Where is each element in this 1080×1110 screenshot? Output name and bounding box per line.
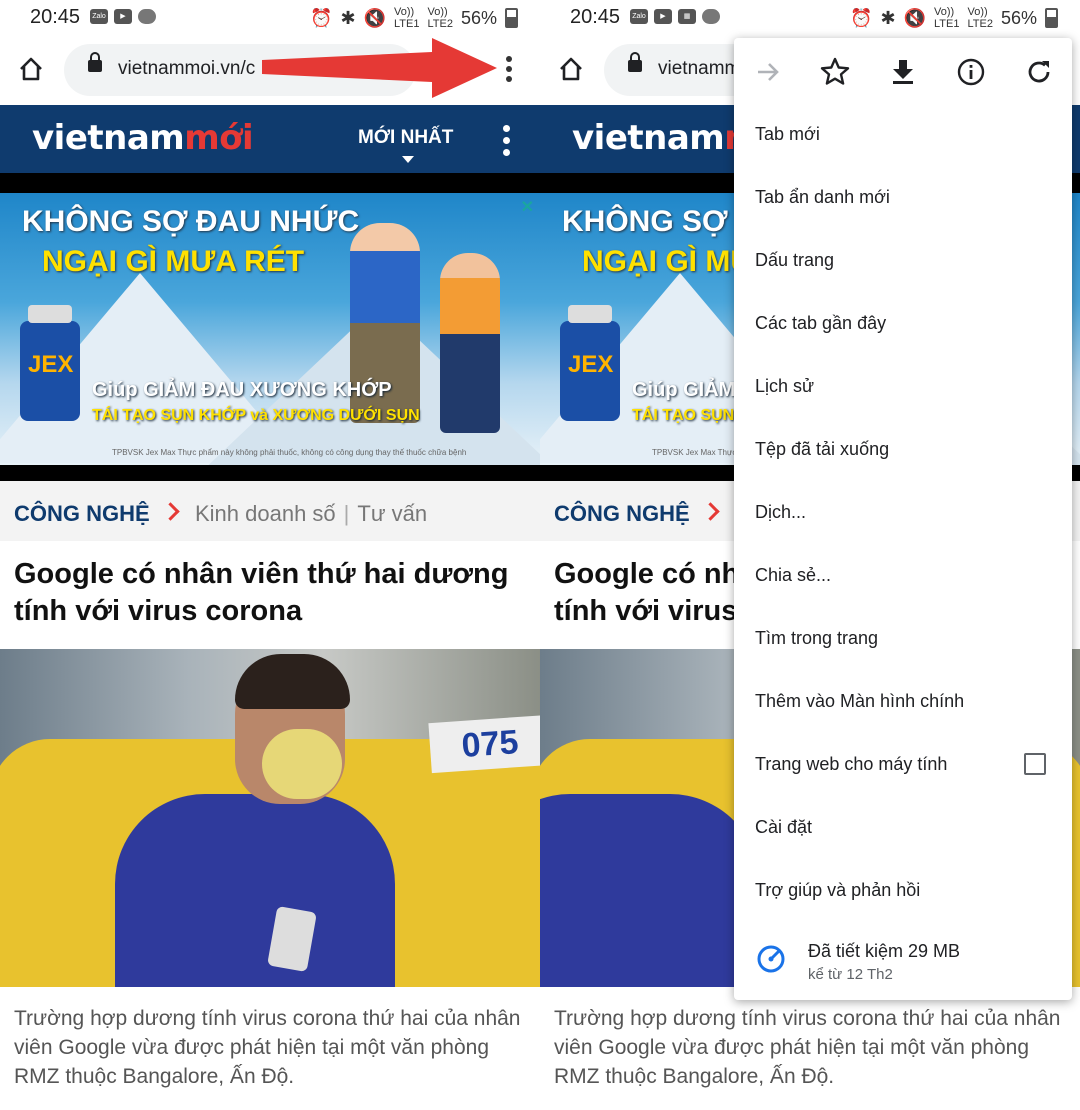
- ad-disclaimer: TPBVSK Jex Max Thực phẩm này không phải …: [112, 448, 467, 457]
- category-main-link[interactable]: CÔNG NGHỆ: [14, 501, 150, 527]
- home-icon[interactable]: [18, 56, 44, 82]
- latest-news-dropdown[interactable]: MỚI NHẤT: [358, 127, 453, 163]
- article-summary: Trường hợp dương tính virus corona thứ h…: [554, 1007, 1061, 1088]
- gallery-icon: ▦: [678, 9, 696, 24]
- url-text: vietnamm: [658, 58, 741, 79]
- zalo-icon: Zalo: [630, 9, 648, 24]
- ad-choices-icon[interactable]: ✕: [521, 197, 534, 217]
- menu-item-new-tab[interactable]: Tab mới: [755, 124, 820, 145]
- chevron-right-icon: [161, 502, 180, 521]
- signal-icon: Vo)) LTE1: [394, 6, 420, 30]
- category-bar: CÔNG NGHỆ Kinh doanh số | Tư vấn: [0, 481, 540, 541]
- battery-icon: [1045, 8, 1058, 28]
- annotation-arrow: [262, 38, 497, 98]
- ad-benefit: Giúp GIẢM ĐAU XƯƠNG KHỚP: [92, 379, 392, 401]
- menu-item-bookmarks[interactable]: Dấu trang: [755, 250, 834, 271]
- cloud-icon: [702, 9, 720, 24]
- notification-icons: Zalo ▶ ▦: [630, 9, 720, 24]
- ad-headline: KHÔNG SỢ ĐAU NHỨC: [22, 205, 360, 238]
- status-time: 20:45: [30, 6, 81, 28]
- mute-icon: 🔇: [903, 7, 926, 28]
- menu-item-downloads[interactable]: Tệp đã tải xuống: [755, 439, 889, 460]
- menu-item-translate[interactable]: Dịch...: [755, 502, 806, 523]
- system-tray: ⏰ ✱ 🔇 Vo)) LTE1 Vo)) LTE2 56%: [850, 6, 1058, 30]
- ad-benefit-2: TÁI TẠO SỤN KHỚP và XƯƠNG DƯỚI SỤN: [92, 407, 420, 424]
- menu-item-history[interactable]: Lịch sử: [755, 376, 814, 397]
- lock-icon: [628, 52, 642, 72]
- status-time: 20:45: [570, 6, 621, 28]
- site-header: vietnammới MỚI NHẤT: [0, 105, 540, 173]
- info-icon[interactable]: [953, 54, 989, 90]
- data-saver-title[interactable]: Đã tiết kiệm 29 MB: [808, 941, 960, 962]
- left-screenshot: 20:45 Zalo ▶ ⏰ ✱ 🔇 Vo)) LTE1 Vo)) LTE2 56%…: [0, 0, 540, 1110]
- menu-item-desktop-site[interactable]: Trang web cho máy tính: [755, 754, 947, 775]
- chevron-right-icon: [701, 502, 720, 521]
- product-jar: JEX: [560, 305, 620, 421]
- battery-percent: 56%: [460, 7, 497, 28]
- download-icon[interactable]: [885, 54, 921, 90]
- menu-item-settings[interactable]: Cài đặt: [755, 817, 812, 838]
- bluetooth-icon: ✱: [880, 7, 896, 28]
- signal-icon: Vo)) LTE1: [934, 6, 960, 30]
- home-icon[interactable]: [558, 56, 584, 82]
- menu-item-share[interactable]: Chia sẻ...: [755, 565, 831, 586]
- url-text: vietnammoi.vn/c: [118, 58, 256, 79]
- system-tray: ⏰ ✱ 🔇 Vo)) LTE1 Vo)) LTE2 56%: [310, 6, 518, 30]
- site-menu-button[interactable]: [503, 125, 510, 161]
- article-headline[interactable]: Google có nhân viên thứ hai dương tính v…: [14, 556, 524, 630]
- taxi-number: 075: [428, 714, 540, 774]
- menu-item-incognito-tab[interactable]: Tab ẩn danh mới: [755, 187, 890, 208]
- youtube-icon: ▶: [114, 9, 132, 24]
- refresh-icon[interactable]: [1021, 54, 1057, 90]
- battery-percent: 56%: [1000, 7, 1037, 28]
- menu-item-recent-tabs[interactable]: Các tab gần đây: [755, 313, 886, 334]
- signal-icon-2: Vo)) LTE2: [427, 6, 453, 30]
- menu-item-add-to-home[interactable]: Thêm vào Màn hình chính: [755, 691, 964, 712]
- youtube-icon: ▶: [654, 9, 672, 24]
- caret-down-icon: [402, 156, 414, 163]
- category-sub: Kinh doanh số | Tư vấn: [195, 501, 428, 526]
- lock-icon: [88, 52, 102, 72]
- ad-band: KHÔNG SỢ ĐAU NHỨC NGẠI GÌ MƯA RÉT JEX Gi…: [0, 173, 540, 481]
- hair-shape: [235, 654, 350, 709]
- forward-arrow-icon[interactable]: [750, 54, 786, 90]
- mute-icon: 🔇: [363, 7, 386, 28]
- category-link-advice[interactable]: Tư vấn: [357, 501, 427, 526]
- shirt-shape: [540, 794, 760, 987]
- signal-icon-2: Vo)) LTE2: [967, 6, 993, 30]
- alarm-icon: ⏰: [310, 7, 333, 28]
- star-icon[interactable]: [817, 54, 853, 90]
- cloud-icon: [138, 9, 156, 24]
- hiker-woman: [440, 253, 500, 433]
- category-link-digital[interactable]: Kinh doanh số: [195, 501, 336, 526]
- status-bar: 20:45 Zalo ▶ ⏰ ✱ 🔇 Vo)) LTE1 Vo)) LTE2 56%: [0, 0, 540, 34]
- ad-subheadline: NGẠI GÌ MƯA RÉT: [42, 245, 305, 278]
- menu-item-help-feedback[interactable]: Trợ giúp và phản hồi: [755, 880, 920, 901]
- zalo-icon: Zalo: [90, 9, 108, 24]
- article-summary: Trường hợp dương tính virus corona thứ h…: [14, 1007, 521, 1088]
- ad-banner[interactable]: KHÔNG SỢ ĐAU NHỨC NGẠI GÌ MƯA RÉT JEX Gi…: [0, 193, 540, 465]
- notification-icons: Zalo ▶: [90, 9, 156, 24]
- battery-icon: [505, 8, 518, 28]
- category-main-link[interactable]: CÔNG NGHỆ: [554, 501, 690, 527]
- menu-item-find-in-page[interactable]: Tìm trong trang: [755, 628, 878, 649]
- browser-overflow-menu: Tab mới Tab ẩn danh mới Dấu trang Các ta…: [734, 38, 1072, 1000]
- data-saver-icon: [757, 945, 785, 973]
- site-logo[interactable]: vietnammới: [32, 118, 254, 158]
- status-bar: 20:45 Zalo ▶ ▦ ⏰ ✱ 🔇 Vo)) LTE1 Vo)) LTE2 5…: [540, 0, 1080, 34]
- product-jar: JEX: [20, 305, 80, 421]
- menu-icon-row: [734, 38, 1072, 104]
- alarm-icon: ⏰: [850, 7, 873, 28]
- desktop-site-checkbox[interactable]: [1024, 753, 1046, 775]
- bluetooth-icon: ✱: [340, 7, 356, 28]
- article-photo: 075: [0, 649, 540, 987]
- data-saver-subtitle: kể từ 12 Th2: [808, 966, 893, 983]
- mask-shape: [262, 729, 342, 799]
- shirt-shape: [115, 794, 395, 987]
